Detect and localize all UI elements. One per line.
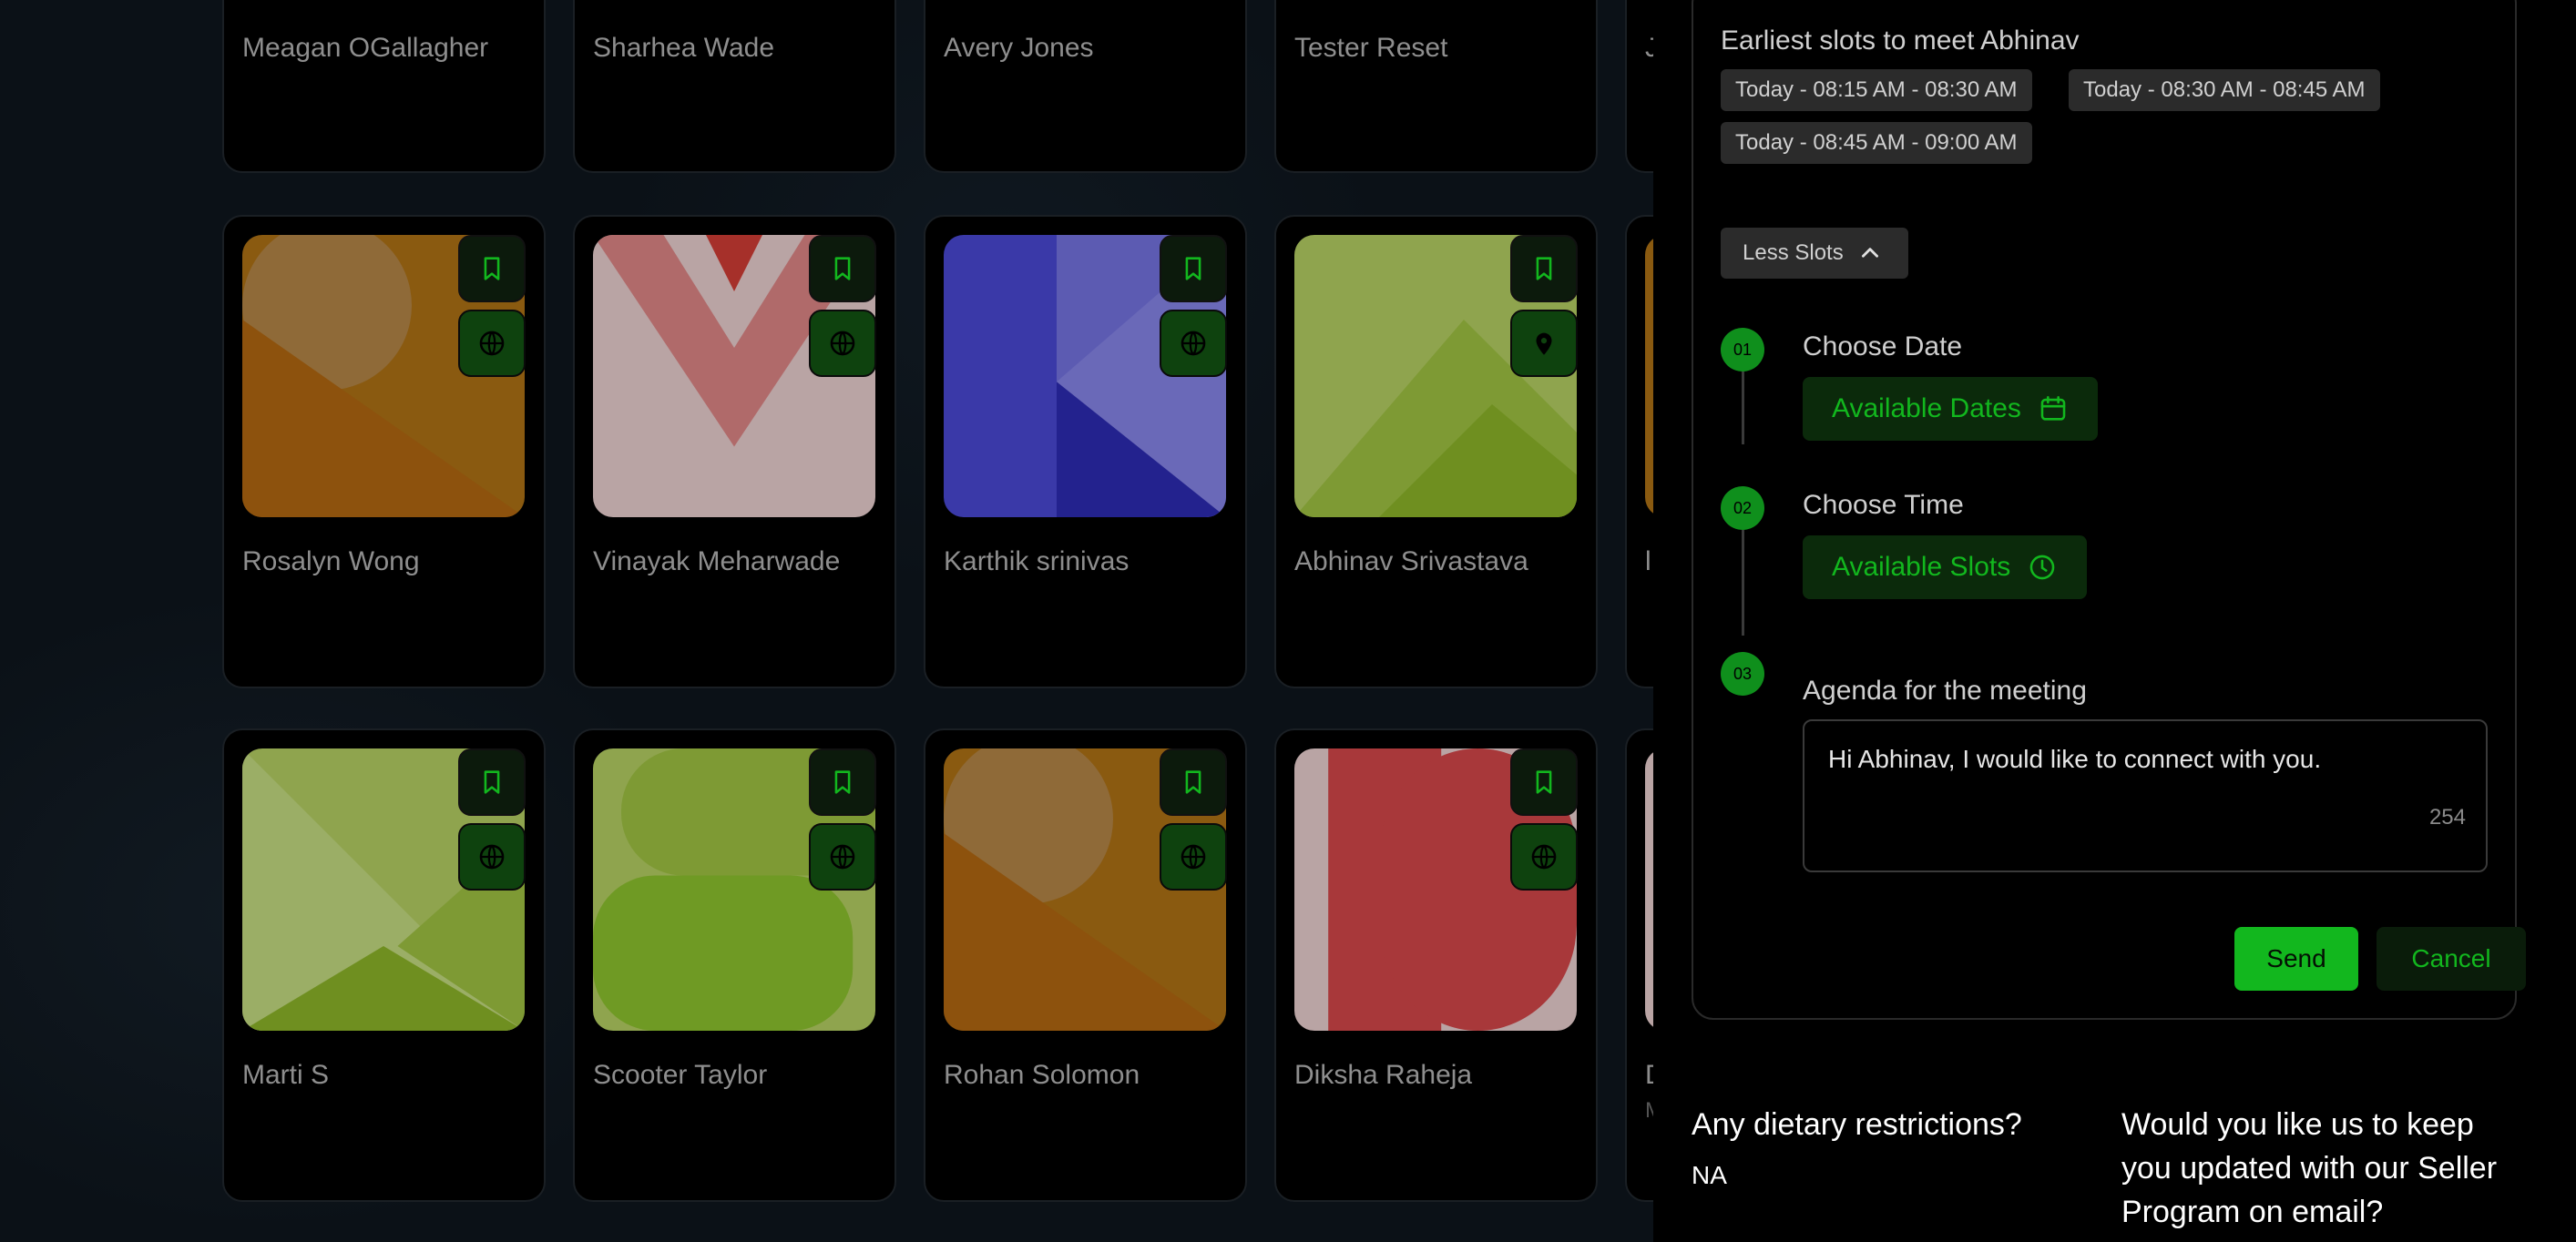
attendee-name: Karthik srinivas	[944, 546, 1130, 576]
slot-chip[interactable]: Today - 08:15 AM - 08:30 AM	[1721, 69, 2032, 111]
attendee-card[interactable]: D M	[1625, 728, 1653, 1202]
step-label: Choose Time	[1803, 490, 1964, 520]
scheduler-title: Earliest slots to meet Abhinav	[1721, 25, 2080, 56]
bookmark-icon	[1536, 257, 1552, 280]
bookmark-icon	[484, 257, 500, 280]
location-pin-icon	[1536, 332, 1552, 355]
location-button[interactable]	[1510, 310, 1578, 377]
dietary-answer: NA	[1692, 1161, 1727, 1189]
panel-scrollbar[interactable]	[2550, 0, 2576, 1242]
attendee-card[interactable]: Scooter Taylor	[573, 728, 896, 1202]
step-number: 01	[1721, 328, 1764, 372]
clock-icon	[2029, 555, 2055, 580]
attendee-name: D	[1645, 1060, 1653, 1091]
attendee-avatar	[1645, 748, 1653, 1031]
meeting-scheduler: Earliest slots to meet Abhinav Today - 0…	[1692, 0, 2526, 1020]
attendee-card[interactable]: Sharhea Wade	[573, 0, 896, 173]
globe-icon	[479, 844, 505, 870]
globe-icon	[830, 331, 855, 356]
attendee-name: Rohan Solomon	[944, 1060, 1140, 1090]
attendee-grid: Meagan OGallagher Sharhea Wade Avery Jon…	[0, 0, 1653, 1242]
attendee-avatar	[1645, 235, 1653, 517]
bookmark-button[interactable]	[809, 748, 876, 816]
step-connector	[1742, 530, 1744, 636]
attendee-card[interactable]: Vinayak Meharwade	[573, 215, 896, 688]
cancel-button[interactable]: Cancel	[2377, 927, 2526, 991]
step-connector	[1742, 372, 1744, 444]
bookmark-icon	[834, 257, 851, 280]
globe-icon	[1181, 331, 1206, 356]
bookmark-icon	[1185, 770, 1201, 794]
globe-icon	[830, 844, 855, 870]
bookmark-button[interactable]	[458, 235, 526, 302]
globe-button[interactable]	[458, 310, 526, 377]
attendee-card[interactable]: l	[1625, 215, 1653, 688]
globe-icon	[1531, 844, 1557, 870]
attendee-name: Abhinav Srivastava	[1294, 546, 1528, 576]
bookmark-button[interactable]	[1160, 235, 1227, 302]
attendee-card[interactable]: Karthik srinivas	[924, 215, 1247, 688]
available-dates-button[interactable]: Available Dates	[1803, 377, 2098, 441]
character-counter: 254	[2428, 805, 2466, 830]
attendee-name: l	[1645, 546, 1651, 576]
globe-button[interactable]	[1510, 823, 1578, 891]
attendee-card[interactable]: Rosalyn Wong	[222, 215, 546, 688]
attendee-name: Sharhea Wade	[593, 33, 775, 63]
attendee-name: Avery Jones	[944, 33, 1094, 63]
step-label: Choose Date	[1803, 331, 1963, 361]
step-number: 02	[1721, 486, 1764, 530]
globe-button[interactable]	[458, 823, 526, 891]
dietary-question: Any dietary restrictions?	[1692, 1107, 2022, 1142]
attendee-name: Rosalyn Wong	[242, 546, 420, 576]
available-slots-button[interactable]: Available Slots	[1803, 535, 2088, 599]
attendee-card[interactable]: Avery Jones	[924, 0, 1247, 173]
less-slots-label: Less Slots	[1743, 240, 1844, 265]
globe-button[interactable]	[809, 310, 876, 377]
attendee-card[interactable]: Tester Reset	[1274, 0, 1598, 173]
step-label: Agenda for the meeting	[1803, 676, 2087, 706]
attendee-name: Meagan OGallagher	[242, 33, 489, 63]
globe-button[interactable]	[809, 823, 876, 891]
attendee-name: J	[1645, 33, 1653, 63]
bookmark-icon	[1536, 770, 1552, 794]
bookmark-icon	[1185, 257, 1201, 280]
attendee-subtitle: M	[1645, 1098, 1653, 1124]
available-dates-label: Available Dates	[1832, 393, 2021, 423]
bookmark-button[interactable]	[809, 235, 876, 302]
slot-chip[interactable]: Today - 08:45 AM - 09:00 AM	[1721, 122, 2032, 164]
globe-icon	[1181, 844, 1206, 870]
attendee-card[interactable]: Marti S	[222, 728, 546, 1202]
send-button[interactable]: Send	[2234, 927, 2358, 991]
bookmark-icon	[834, 770, 851, 794]
globe-button[interactable]	[1160, 310, 1227, 377]
bookmark-button[interactable]	[458, 748, 526, 816]
available-slots-label: Available Slots	[1832, 552, 2011, 582]
attendee-card[interactable]: Abhinav Srivastava	[1274, 215, 1598, 688]
bookmark-button[interactable]	[1160, 748, 1227, 816]
attendee-card[interactable]: J	[1625, 0, 1653, 173]
attendee-name: Tester Reset	[1294, 33, 1448, 63]
step-number: 03	[1721, 652, 1764, 696]
attendee-card[interactable]: Meagan OGallagher	[222, 0, 546, 173]
bookmark-button[interactable]	[1510, 235, 1578, 302]
profile-side-panel: Earliest slots to meet Abhinav Today - 0…	[1653, 0, 2576, 1242]
chevron-up-icon	[1861, 248, 1878, 258]
agenda-text: Hi Abhinav, I would like to connect with…	[1828, 745, 2322, 773]
seller-program-question: Would you like us to keep you updated wi…	[2121, 1107, 2498, 1229]
slot-chip[interactable]: Today - 08:30 AM - 08:45 AM	[2069, 69, 2380, 111]
attendee-name: Diksha Raheja	[1294, 1060, 1473, 1090]
bookmark-icon	[484, 770, 500, 794]
globe-button[interactable]	[1160, 823, 1227, 891]
attendee-name: Vinayak Meharwade	[593, 546, 841, 576]
agenda-textarea[interactable]: Hi Abhinav, I would like to connect with…	[1803, 719, 2488, 872]
less-slots-button[interactable]: Less Slots	[1721, 228, 1908, 279]
attendee-card[interactable]: Diksha Raheja	[1274, 728, 1598, 1202]
attendee-name: Marti S	[242, 1060, 330, 1090]
attendee-name: Scooter Taylor	[593, 1060, 768, 1090]
calendar-icon	[2040, 395, 2066, 421]
globe-icon	[479, 331, 505, 356]
bookmark-button[interactable]	[1510, 748, 1578, 816]
attendee-card[interactable]: Rohan Solomon	[924, 728, 1247, 1202]
